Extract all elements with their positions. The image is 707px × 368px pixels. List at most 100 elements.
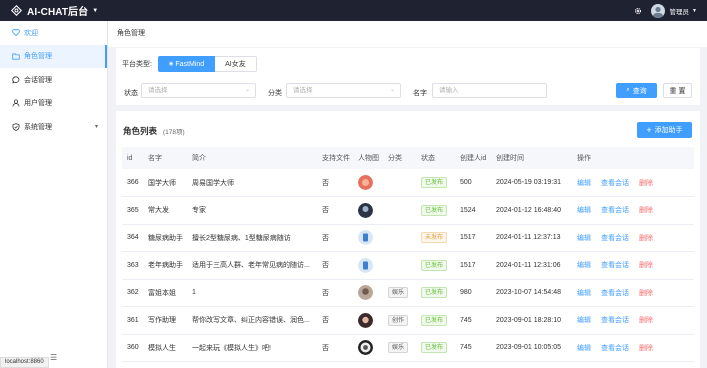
cell-status: 已发布 <box>416 251 455 280</box>
app-title: AI-CHAT后台 <box>27 7 89 18</box>
user-avatar[interactable] <box>650 3 665 18</box>
cell-category: 娱乐 <box>383 279 416 307</box>
tab-fastmind[interactable]: ◉ FastMind <box>157 56 216 72</box>
role-avatar-image[interactable] <box>358 230 373 246</box>
status-badge: 已发布 <box>421 342 448 354</box>
cell-creator: 745 <box>455 334 491 362</box>
view-sessions-link[interactable]: 查看会话 <box>601 207 629 214</box>
cell-file: 否 <box>317 306 353 335</box>
role-avatar-image[interactable] <box>358 312 373 328</box>
cell-name: 国学大师 <box>143 169 187 197</box>
view-sessions-link[interactable]: 查看会话 <box>601 262 629 269</box>
tab-ai-girlfriend[interactable]: AI女友 <box>215 56 257 72</box>
category-tag: 娱乐 <box>388 342 409 354</box>
sidebar-item-label: 会话管理 <box>24 76 52 84</box>
view-sessions-link[interactable]: 查看会话 <box>601 235 629 242</box>
cell-id: 362 <box>122 279 143 307</box>
edit-link[interactable]: 编辑 <box>577 290 591 297</box>
delete-link[interactable]: 删除 <box>639 235 653 242</box>
sidebar-item-users[interactable]: 用户管理 <box>0 92 107 116</box>
sidebar-item-welcome[interactable]: 欢迎 <box>0 21 107 45</box>
sidebar-item-roles[interactable]: 角色管理 <box>0 44 107 68</box>
edit-link[interactable]: 编辑 <box>577 207 591 214</box>
cell-actions: 编辑 查看会话 删除 <box>572 196 694 225</box>
column-header: 操作 <box>572 147 694 169</box>
reset-button[interactable]: 重 置 <box>663 83 692 98</box>
cell-category <box>383 196 416 225</box>
delete-link[interactable]: 删除 <box>639 290 653 297</box>
role-avatar-image[interactable] <box>358 202 373 218</box>
role-table: id 名字 简介 支持文件 人物图 分类 状态 创建人id 创建时间 操作 36… <box>122 147 694 362</box>
cell-name: 模拟人生 <box>143 334 187 362</box>
cell-name: 写作助理 <box>143 306 187 335</box>
delete-link[interactable]: 删除 <box>639 180 653 187</box>
name-input[interactable]: 请输入 <box>432 83 547 98</box>
column-header: 简介 <box>187 147 317 169</box>
cell-id: 365 <box>122 196 143 225</box>
cell-intro: 擅长2型糖尿病、1型糖尿病随访 <box>187 224 317 252</box>
app-logo[interactable]: AI-CHAT后台 ▼ <box>0 3 98 18</box>
delete-link[interactable]: 删除 <box>639 317 653 324</box>
column-header: id <box>122 147 143 169</box>
cell-category <box>383 251 416 280</box>
cell-name: 老年病助手 <box>143 251 187 280</box>
view-sessions-link[interactable]: 查看会话 <box>601 345 629 352</box>
cell-status: 已发布 <box>416 306 455 335</box>
role-avatar-image[interactable] <box>358 340 373 356</box>
collapse-menu-icon[interactable]: ☰ <box>50 353 57 362</box>
tab-label: AI女友 <box>225 61 246 68</box>
cell-name: 富姐本姐 <box>143 279 187 307</box>
chat-icon <box>11 76 20 84</box>
role-avatar-image[interactable] <box>358 175 373 190</box>
sidebar-item-label: 用户管理 <box>24 100 52 108</box>
top-header: AI-CHAT后台 ▼ 管理员 ▼ <box>0 0 707 21</box>
delete-link[interactable]: 删除 <box>639 207 653 214</box>
edit-link[interactable]: 编辑 <box>577 262 591 269</box>
cell-category: 娱乐 <box>383 334 416 362</box>
delete-link[interactable]: 删除 <box>639 345 653 352</box>
role-avatar-image[interactable] <box>358 285 373 301</box>
edit-link[interactable]: 编辑 <box>577 235 591 242</box>
cell-avatar <box>353 224 383 252</box>
button-label: 添加助手 <box>654 127 683 134</box>
search-button[interactable]: ⌕ 查询 <box>616 83 657 98</box>
delete-link[interactable]: 删除 <box>639 262 653 269</box>
sidebar-item-sessions[interactable]: 会话管理 <box>0 68 107 92</box>
view-sessions-link[interactable]: 查看会话 <box>601 290 629 297</box>
status-select[interactable]: 请选择 ⌄ <box>141 83 256 98</box>
logo-icon <box>11 5 22 16</box>
cell-creator: 745 <box>455 306 491 335</box>
tab-label: FastMind <box>175 60 205 68</box>
cell-category: 创作 <box>383 306 416 335</box>
column-header: 分类 <box>383 147 416 169</box>
folder-icon <box>11 53 20 60</box>
edit-link[interactable]: 编辑 <box>577 317 591 324</box>
cell-intro: 一起来玩《模拟人生》吧! <box>187 334 317 362</box>
chevron-down-icon: ⌄ <box>244 87 250 93</box>
select-placeholder: 请选择 <box>148 87 168 94</box>
name-filter-label: 名字 <box>413 90 427 97</box>
cell-time: 2024-01-11 12:31:06 <box>491 251 572 280</box>
sidebar-item-system[interactable]: 系统管理 ▾ <box>0 115 107 139</box>
caret-down-icon[interactable]: ▼ <box>692 8 697 14</box>
cell-actions: 编辑 查看会话 删除 <box>572 251 694 280</box>
view-sessions-link[interactable]: 查看会话 <box>601 180 629 187</box>
table-header-row: id 名字 简介 支持文件 人物图 分类 状态 创建人id 创建时间 操作 <box>122 147 694 169</box>
category-select[interactable]: 请选择 ⌄ <box>286 83 401 98</box>
table-row: 360 模拟人生 一起来玩《模拟人生》吧! 否 娱乐 已发布 745 2023-09-01 1… <box>122 334 694 362</box>
cell-intro: 帮你改写文章、纠正内容错误、润色... <box>187 306 317 335</box>
edit-link[interactable]: 编辑 <box>577 180 591 187</box>
cell-name: 常大发 <box>143 196 187 225</box>
cell-file: 否 <box>317 224 353 252</box>
cell-creator: 1524 <box>455 196 491 225</box>
cell-status: 已发布 <box>416 196 455 225</box>
edit-link[interactable]: 编辑 <box>577 345 591 352</box>
add-assistant-button[interactable]: + 添加助手 <box>637 122 692 138</box>
table-row: 361 写作助理 帮你改写文章、纠正内容错误、润色... 否 创作 已发布 745 2023-… <box>122 306 694 335</box>
gear-icon[interactable] <box>634 7 642 15</box>
cell-status: 已发布 <box>416 334 455 362</box>
user-name[interactable]: 管理员 <box>670 6 690 16</box>
view-sessions-link[interactable]: 查看会话 <box>601 317 629 324</box>
caret-down-icon[interactable]: ▼ <box>92 8 98 14</box>
role-avatar-image[interactable] <box>358 257 373 273</box>
